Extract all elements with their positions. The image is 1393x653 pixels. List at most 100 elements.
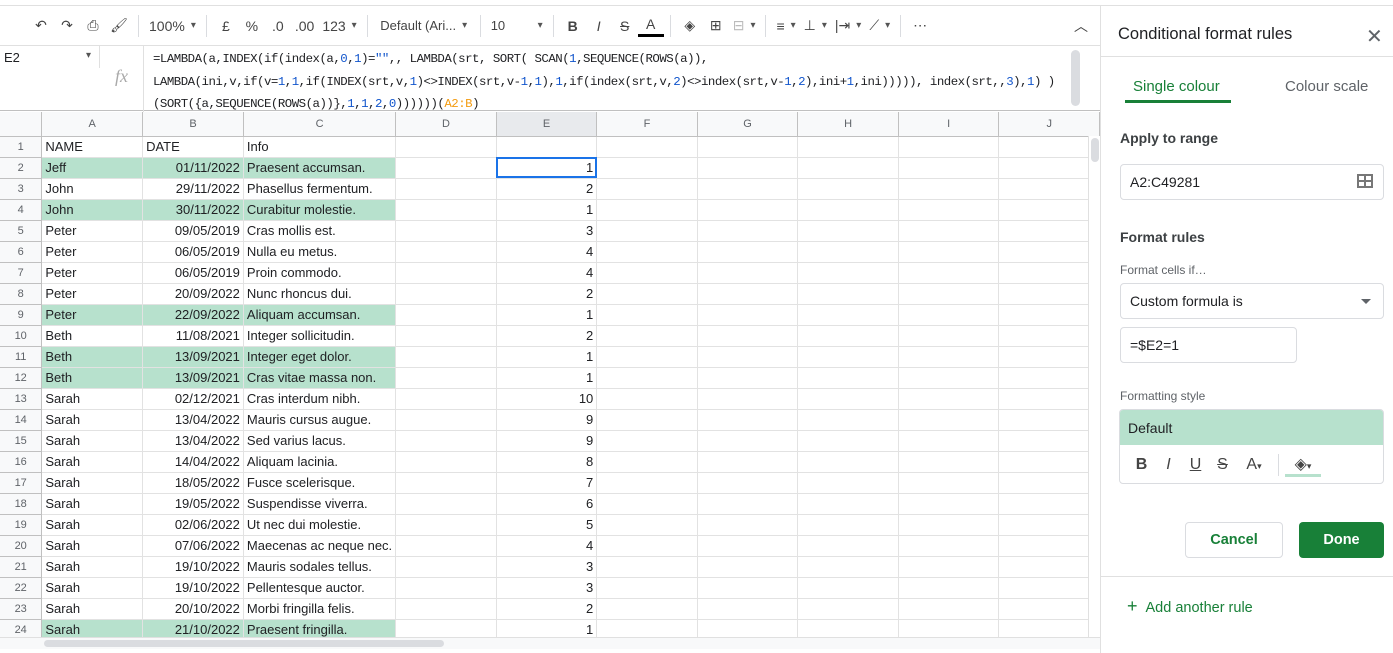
cell-A18[interactable]: Sarah [41,493,144,515]
number-format-select[interactable]: 123 [318,12,360,40]
cell-A1[interactable]: NAME [41,136,144,158]
cell-G14[interactable] [697,409,799,431]
cell-D18[interactable] [395,493,497,515]
cell-J6[interactable] [998,241,1100,263]
vertical-scrollbar[interactable] [1088,136,1100,640]
cell-F15[interactable] [596,430,698,452]
cell-I5[interactable] [898,220,1000,242]
cell-G9[interactable] [697,304,799,326]
row-header[interactable]: 20 [0,535,43,557]
row-header[interactable]: 3 [0,178,43,200]
cell-J8[interactable] [998,283,1100,305]
cell-I14[interactable] [898,409,1000,431]
cell-C16[interactable]: Aliquam lacinia. [243,451,397,473]
italic-icon[interactable]: I [1155,456,1182,474]
cell-J14[interactable] [998,409,1100,431]
cell-G17[interactable] [697,472,799,494]
cell-A5[interactable]: Peter [41,220,144,242]
cell-B10[interactable]: 11/08/2021 [142,325,244,347]
cell-D5[interactable] [395,220,497,242]
cell-I13[interactable] [898,388,1000,410]
cell-D14[interactable] [395,409,497,431]
cell-H18[interactable] [797,493,899,515]
cell-B18[interactable]: 19/05/2022 [142,493,244,515]
cell-J13[interactable] [998,388,1100,410]
cell-J20[interactable] [998,535,1100,557]
cell-F10[interactable] [596,325,698,347]
cell-H1[interactable] [797,136,899,158]
currency-button[interactable]: £ [213,12,239,40]
cell-G8[interactable] [697,283,799,305]
cell-J7[interactable] [998,262,1100,284]
range-input[interactable]: A2:C49281 [1120,164,1384,200]
cell-D2[interactable] [395,157,497,179]
row-header[interactable]: 7 [0,262,43,284]
cell-F7[interactable] [596,262,698,284]
cell-G3[interactable] [697,178,799,200]
cell-J11[interactable] [998,346,1100,368]
cell-E6[interactable]: 4 [496,241,598,263]
cell-H7[interactable] [797,262,899,284]
cell-E12[interactable]: 1 [496,367,598,389]
row-header[interactable]: 1 [0,136,43,158]
increase-decimal-button[interactable]: .00 [291,12,318,40]
formula-input[interactable]: =LAMBDA(a,INDEX(if(index(a,0,1)="",, LAM… [153,48,1055,116]
cell-E16[interactable]: 8 [496,451,598,473]
cell-G5[interactable] [697,220,799,242]
cell-I9[interactable] [898,304,1000,326]
cell-E21[interactable]: 3 [496,556,598,578]
cell-C7[interactable]: Proin commodo. [243,262,397,284]
cell-B15[interactable]: 13/04/2022 [142,430,244,452]
cell-C9[interactable]: Aliquam accumsan. [243,304,397,326]
cell-G16[interactable] [697,451,799,473]
valign-icon[interactable]: ⊥ [800,12,831,40]
cell-G18[interactable] [697,493,799,515]
cell-J10[interactable] [998,325,1100,347]
cell-J5[interactable] [998,220,1100,242]
cell-G10[interactable] [697,325,799,347]
cell-F12[interactable] [596,367,698,389]
font-select[interactable]: Default (Ari... [374,12,474,40]
cell-E22[interactable]: 3 [496,577,598,599]
cell-A22[interactable]: Sarah [41,577,144,599]
cell-B3[interactable]: 29/11/2022 [142,178,244,200]
row-header[interactable]: 13 [0,388,43,410]
row-header[interactable]: 5 [0,220,43,242]
column-header-A[interactable]: A [41,112,144,137]
cell-H23[interactable] [797,598,899,620]
cell-C23[interactable]: Morbi fringilla felis. [243,598,397,620]
cell-I7[interactable] [898,262,1000,284]
cell-F14[interactable] [596,409,698,431]
cell-A10[interactable]: Beth [41,325,144,347]
undo-icon[interactable]: ↶ [28,12,54,40]
cell-C18[interactable]: Suspendisse viverra. [243,493,397,515]
cell-C19[interactable]: Ut nec dui molestie. [243,514,397,536]
cell-F1[interactable] [596,136,698,158]
cell-B21[interactable]: 19/10/2022 [142,556,244,578]
row-header[interactable]: 14 [0,409,43,431]
row-header[interactable]: 6 [0,241,43,263]
column-header-E[interactable]: E [496,112,598,137]
cell-C17[interactable]: Fusce scelerisque. [243,472,397,494]
column-header-C[interactable]: C [243,112,397,137]
cell-B22[interactable]: 19/10/2022 [142,577,244,599]
cell-I11[interactable] [898,346,1000,368]
cell-H2[interactable] [797,157,899,179]
cell-E1[interactable] [496,136,598,158]
cell-E18[interactable]: 6 [496,493,598,515]
cell-F21[interactable] [596,556,698,578]
cell-I12[interactable] [898,367,1000,389]
cell-C3[interactable]: Phasellus fermentum. [243,178,397,200]
cell-E5[interactable]: 3 [496,220,598,242]
cell-C14[interactable]: Mauris cursus augue. [243,409,397,431]
cell-H6[interactable] [797,241,899,263]
cell-G19[interactable] [697,514,799,536]
cell-G12[interactable] [697,367,799,389]
cell-I22[interactable] [898,577,1000,599]
cell-I3[interactable] [898,178,1000,200]
cell-B11[interactable]: 13/09/2021 [142,346,244,368]
cell-G2[interactable] [697,157,799,179]
row-header[interactable]: 12 [0,367,43,389]
cell-E17[interactable]: 7 [496,472,598,494]
close-icon[interactable]: ✕ [1366,24,1383,49]
